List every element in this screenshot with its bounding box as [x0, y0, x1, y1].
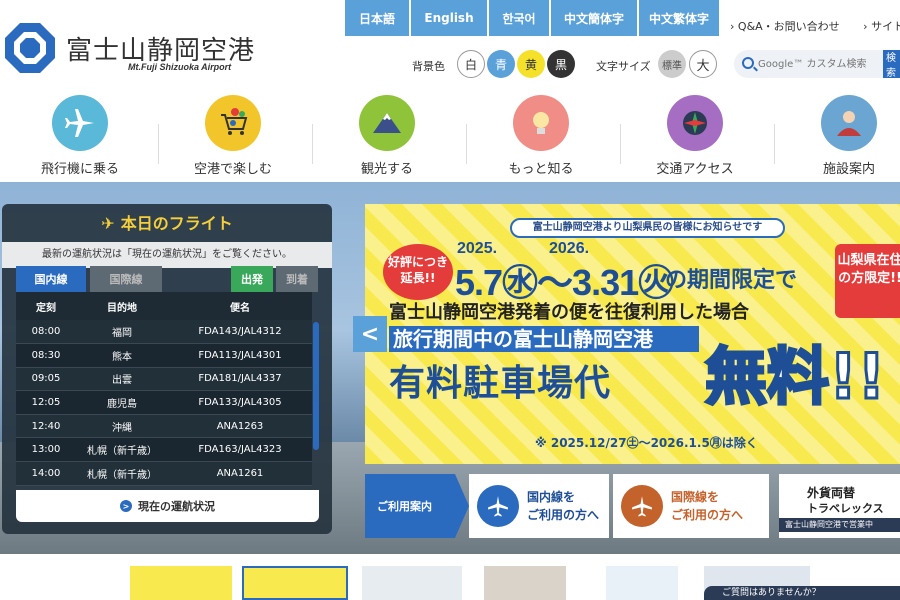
font-large-button[interactable]: 大 [689, 50, 717, 78]
table-row: 12:05 鹿児島 FDA133/JAL4305 [16, 390, 312, 415]
table-row: 12:40 沖縄 ANA1263 [16, 414, 312, 439]
column-header-destination: 目的地 [76, 292, 168, 320]
lang-english[interactable]: English [411, 0, 487, 36]
airport-logo-icon[interactable] [4, 22, 56, 74]
chat-bar[interactable]: ご質問はありませんか？ [704, 586, 900, 600]
currency-exchange-button[interactable]: 外貨両替 トラベレックス 富士山静岡空港で営業中 [779, 474, 900, 538]
bg-white-button[interactable]: 白 [457, 50, 485, 78]
yamanashi-badge: 山梨県在住の方限定!! [835, 244, 900, 318]
lang-japanese[interactable]: 日本語 [345, 0, 409, 36]
tab-domestic[interactable]: 国内線 [16, 266, 86, 292]
current-status-button[interactable]: > 現在の運航状況 [16, 490, 319, 522]
table-row: 08:30 熊本 FDA113/JAL4301 [16, 343, 312, 368]
nav-label: 空港で楽しむ [193, 162, 272, 177]
airplane-icon [52, 95, 108, 151]
font-size-label: 文字サイズ [596, 60, 651, 73]
extended-badge: 好評につき延長!! [383, 244, 453, 300]
international-guide-text: 国際線を ご利用の方へ [671, 490, 744, 522]
header: 富士山静岡空港 Mt.Fuji Shizuoka Airport 日本語 Eng… [0, 0, 900, 100]
service-label: ご利用案内 [365, 474, 455, 538]
nav-item-sightseeing[interactable]: 観光する [312, 95, 462, 182]
domestic-guide-button[interactable]: 国内線を ご利用の方へ [469, 474, 609, 538]
flight-scrollbar[interactable] [313, 322, 319, 450]
language-bar: 日本語 English 한국어 中文簡体字 中文繁体字 [345, 0, 721, 36]
airplane-icon [621, 485, 663, 527]
search-icon [742, 57, 754, 69]
fx-subtitle: トラベレックス [807, 502, 884, 515]
bg-black-button[interactable]: 黒 [547, 50, 575, 78]
nav-item-access[interactable]: 交通アクセス [620, 95, 770, 182]
nav-item-fly[interactable]: 飛行機に乗る [5, 95, 155, 182]
table-row: 08:00 福岡 FDA143/JAL4312 [16, 320, 312, 345]
domestic-guide-text: 国内線を ご利用の方へ [527, 490, 600, 522]
service-strip: ご利用案内 国内線を ご利用の方へ 国際線を ご利用の方へ 外貨両替 トラベレックス… [365, 474, 900, 538]
banner-notice: 富士山静岡空港より山梨県民の皆様にお知らせです [510, 218, 785, 238]
search-input[interactable] [758, 54, 878, 74]
nav-label: 施設案内 [822, 162, 875, 177]
fx-title: 外貨両替 [807, 486, 856, 500]
nav-label: 観光する [360, 162, 413, 177]
table-row: 13:00 札幌（新千歳） FDA163/JAL4323 [16, 437, 312, 463]
logo-subtitle: Mt.Fuji Shizuoka Airport [128, 62, 232, 72]
table-row: 09:05 出雲 FDA181/JAL4337 [16, 367, 312, 392]
thumbnail-duty-free[interactable] [484, 566, 566, 600]
flight-note: 最新の運航状況は「現在の運航状況」をご覧ください。 [2, 242, 332, 268]
shopping-icon [205, 95, 261, 151]
banner-free: 無料!! [704, 339, 888, 415]
arrow-icon [455, 474, 469, 538]
flight-table: 定刻 目的地 便名 08:00 福岡 FDA143/JAL4312 08:30 熊本 F… [16, 292, 312, 486]
sitemap-link[interactable]: › サイトマップ [863, 20, 900, 33]
chevron-right-icon: > [120, 500, 132, 512]
search-box [734, 50, 900, 78]
background-color-label: 背景色 [412, 60, 445, 73]
fx-bar: 富士山静岡空港で営業中 [779, 518, 900, 532]
qa-contact-link[interactable]: › Q&A・お問い合わせ [730, 20, 850, 33]
tab-departure[interactable]: 出発 [231, 266, 273, 292]
promo-banner[interactable]: 富士山静岡空港より山梨県民の皆様にお知らせです 好評につき延長!! 2025. … [365, 204, 900, 464]
tab-international[interactable]: 国際線 [90, 266, 162, 292]
international-guide-button[interactable]: 国際線を ご利用の方へ [613, 474, 769, 538]
thumbnail-parking-1[interactable] [130, 566, 232, 600]
staff-icon [821, 95, 877, 151]
main-nav: 飛行機に乗る 空港で楽しむ 観光する もっと知る 交通アクセス 施設案内 [0, 95, 900, 182]
nav-label: もっと知る [508, 162, 574, 177]
column-header-time: 定刻 [16, 292, 76, 320]
lang-chinese-simplified[interactable]: 中文簡体字 [551, 0, 637, 36]
banner-limited: の期間限定で [665, 268, 798, 293]
carousel-prev-button[interactable]: < [353, 316, 387, 352]
thumbnail-timetable[interactable] [606, 566, 678, 600]
banner-period: 旅行期間中の富士山静岡空港 [389, 326, 699, 352]
mountain-icon [359, 95, 415, 151]
nav-label: 飛行機に乗る [40, 162, 119, 177]
column-header-flight: 便名 [168, 292, 312, 320]
thumbnail-3[interactable] [362, 566, 462, 600]
bg-yellow-button[interactable]: 黄 [517, 50, 545, 78]
nav-label: 交通アクセス [656, 162, 734, 177]
banner-condition: 富士山静岡空港発着の便を往復利用した場合 [389, 302, 749, 323]
airplane-icon [477, 485, 519, 527]
airplane-icon: ✈ [101, 214, 115, 233]
banner-exclusion: ※ 2025.12/27㊏～2026.1.5㊊は除く [535, 436, 758, 450]
compass-icon [667, 95, 723, 151]
utility-links: › Q&A・お問い合わせ › サイトマップ [730, 18, 900, 34]
lightbulb-icon [513, 95, 569, 151]
nav-item-facilities[interactable]: 施設案内 [774, 95, 900, 182]
lang-korean[interactable]: 한국어 [489, 0, 549, 36]
flight-title: ✈ 本日のフライト [101, 214, 233, 233]
banner-parking: 有料駐車場代 [389, 363, 612, 404]
lang-chinese-traditional[interactable]: 中文繁体字 [639, 0, 719, 36]
thumbnail-parking-2[interactable] [242, 566, 348, 600]
nav-item-learn[interactable]: もっと知る [466, 95, 616, 182]
bg-blue-button[interactable]: 青 [487, 50, 515, 78]
tab-arrival[interactable]: 到着 [276, 266, 318, 292]
table-row: 14:00 札幌（新千歳） ANA1261 [16, 461, 312, 486]
nav-item-enjoy[interactable]: 空港で楽しむ [158, 95, 308, 182]
font-standard-button[interactable]: 標準 [658, 50, 686, 78]
search-button[interactable]: 検索 [883, 50, 900, 78]
